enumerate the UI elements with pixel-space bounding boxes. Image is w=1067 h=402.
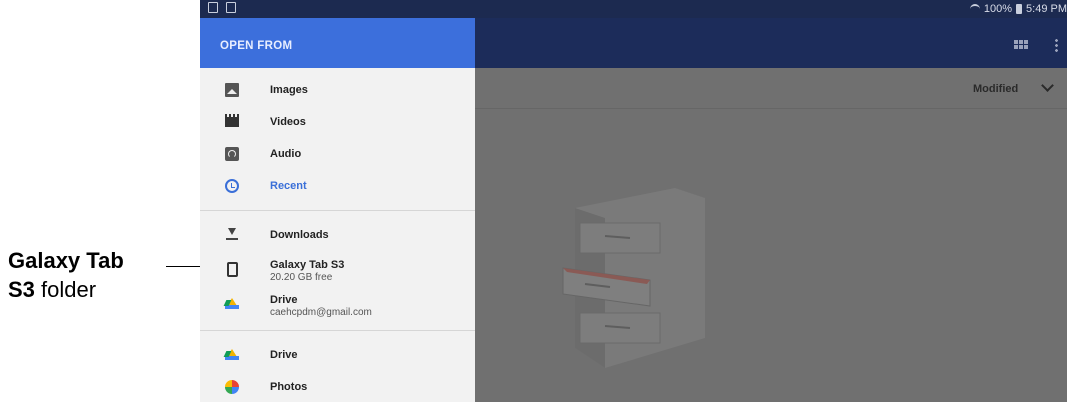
divider bbox=[200, 210, 475, 211]
nav-item-label: Photos bbox=[270, 381, 308, 393]
divider bbox=[200, 330, 475, 331]
video-icon bbox=[225, 114, 239, 127]
drive-icon bbox=[225, 349, 239, 360]
drawer-title: OPEN FROM bbox=[220, 40, 293, 52]
callout-line-1: Galaxy Tab bbox=[8, 248, 124, 273]
wifi-icon bbox=[969, 4, 980, 14]
image-icon bbox=[225, 83, 239, 97]
nav-item-recent[interactable]: Recent bbox=[200, 170, 475, 202]
sort-bar: Modified bbox=[475, 68, 1067, 109]
chevron-down-icon[interactable] bbox=[1041, 79, 1054, 92]
app-bar bbox=[475, 18, 1067, 68]
nav-item-label: Recent bbox=[270, 180, 307, 192]
nav-item-label: Galaxy Tab S3 bbox=[270, 259, 345, 271]
nav-item-label: Drive bbox=[270, 294, 298, 306]
notification-icon bbox=[226, 2, 236, 13]
nav-item-images[interactable]: Images bbox=[200, 74, 475, 106]
navigation-drawer: OPEN FROM Images Videos Audio Recent Dow… bbox=[200, 18, 475, 402]
nav-item-audio[interactable]: Audio bbox=[200, 138, 475, 170]
more-options-icon[interactable] bbox=[1055, 38, 1058, 52]
nav-item-videos[interactable]: Videos bbox=[200, 106, 475, 138]
drive-icon bbox=[225, 298, 239, 309]
battery-percent: 100% bbox=[983, 3, 1013, 15]
file-browser-content: Modified bbox=[475, 18, 1067, 402]
drawer-header: OPEN FROM bbox=[200, 18, 475, 68]
nav-item-label: Videos bbox=[270, 116, 306, 128]
nav-item-drive[interactable]: Drive bbox=[200, 339, 475, 371]
nav-item-label: Downloads bbox=[270, 229, 329, 241]
photos-icon bbox=[225, 380, 239, 394]
nav-item-photos[interactable]: Photos bbox=[200, 371, 475, 402]
audio-icon bbox=[225, 147, 239, 161]
download-icon bbox=[225, 228, 239, 242]
nav-item-label: Drive bbox=[270, 349, 298, 361]
status-bar: 100% 5:49 PM bbox=[200, 0, 1067, 18]
nav-item-downloads[interactable]: Downloads bbox=[200, 219, 475, 251]
empty-cabinet-illustration bbox=[562, 188, 705, 368]
tablet-screen: 100% 5:49 PM Modified OPEN FROM Images V… bbox=[200, 0, 1067, 402]
nav-item-galaxy-tab-s3[interactable]: Galaxy Tab S3 20.20 GB free bbox=[200, 253, 475, 285]
storage-free-text: 20.20 GB free bbox=[270, 272, 333, 283]
nav-item-drive-account[interactable]: Drive caehcpdm@gmail.com bbox=[200, 288, 475, 320]
clock-icon bbox=[225, 179, 239, 193]
account-email: caehcpdm@gmail.com bbox=[270, 307, 372, 318]
tablet-icon bbox=[227, 262, 238, 277]
sort-dropdown-label[interactable]: Modified bbox=[973, 83, 1018, 95]
battery-icon bbox=[1016, 4, 1023, 14]
nav-item-label: Images bbox=[270, 84, 308, 96]
grid-view-icon[interactable] bbox=[1014, 40, 1028, 50]
nav-item-label: Audio bbox=[270, 148, 302, 160]
callout-line-2: S3 folder bbox=[8, 277, 97, 302]
screenshot-icon bbox=[208, 2, 218, 13]
clock-time: 5:49 PM bbox=[1026, 3, 1067, 15]
